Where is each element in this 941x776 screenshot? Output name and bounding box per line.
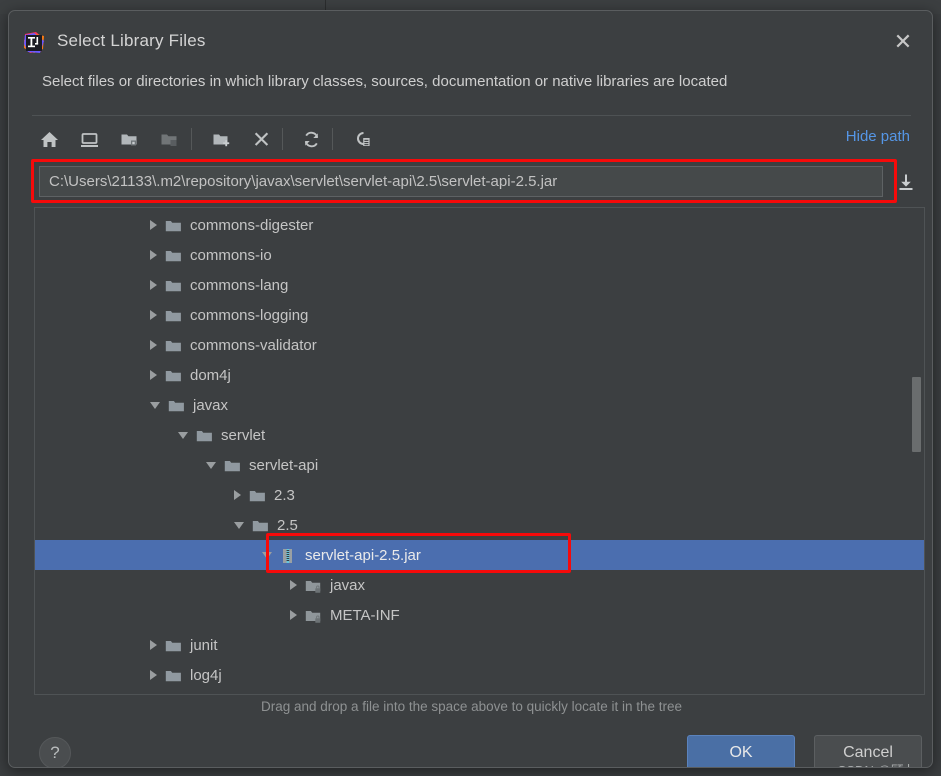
jar-folder-icon xyxy=(305,578,322,593)
tree-row-label: 2.3 xyxy=(274,486,295,504)
file-tree-panel[interactable]: commons-digester commons-io commons-lang co… xyxy=(34,207,925,695)
help-button[interactable]: ? xyxy=(39,737,71,767)
tree-row-label: javax xyxy=(193,396,229,414)
tree-row-label: commons-digester xyxy=(190,216,314,234)
drag-drop-hint: Drag and drop a file into the space abov… xyxy=(260,699,682,714)
dialog-titlebar: Select Library Files ✕ xyxy=(9,11,932,59)
ok-button[interactable]: OK xyxy=(687,735,795,767)
chevron-right-icon[interactable] xyxy=(150,640,157,650)
folder-icon xyxy=(165,278,182,293)
path-input[interactable]: C:\Users\21133\.m2\repository\javax\serv… xyxy=(39,166,883,197)
folder-icon xyxy=(165,248,182,263)
refresh-icon[interactable] xyxy=(295,123,327,155)
jar-icon xyxy=(280,548,297,563)
intellij-idea-logo-icon xyxy=(22,31,46,55)
tree-row-label: servlet-api xyxy=(249,456,319,474)
tree-row[interactable]: commons-lang xyxy=(35,270,924,300)
folder-icon xyxy=(196,428,213,443)
tree-row[interactable]: servlet-api xyxy=(35,450,924,480)
dialog-subtitle: Select files or directories in which lib… xyxy=(42,73,728,90)
toolbar-divider-3 xyxy=(332,128,333,150)
folder-icon xyxy=(165,218,182,233)
tree-row[interactable]: junit xyxy=(35,630,924,660)
tree-row[interactable]: commons-io xyxy=(35,240,924,270)
tree-row-label: commons-logging xyxy=(190,306,309,324)
chevron-down-icon[interactable] xyxy=(234,521,244,529)
select-library-files-dialog: Select Library Files ✕ Select files or d… xyxy=(8,10,933,768)
chevron-down-icon[interactable] xyxy=(206,461,216,469)
folder-icon xyxy=(249,488,266,503)
tree-row[interactable]: commons-logging xyxy=(35,300,924,330)
tree-row-label: dom4j xyxy=(190,366,231,384)
download-arrow-icon[interactable] xyxy=(893,169,919,195)
tree-scrollbar-thumb[interactable] xyxy=(912,377,921,452)
new-folder-icon[interactable] xyxy=(205,123,237,155)
folder-icon xyxy=(165,308,182,323)
tree-row[interactable]: META-INF xyxy=(35,600,924,630)
tree-row-label: log4j xyxy=(190,666,222,684)
tree-row-label: commons-io xyxy=(190,246,272,264)
path-row: C:\Users\21133\.m2\repository\javax\serv… xyxy=(31,159,926,203)
tree-row-label: META-INF xyxy=(330,606,400,624)
tree-row-label: javax xyxy=(330,576,366,594)
toolbar-divider-2 xyxy=(282,128,283,150)
folder-icon xyxy=(165,638,182,653)
tree-row[interactable]: javax xyxy=(35,570,924,600)
chevron-down-icon[interactable] xyxy=(262,551,272,559)
folder-icon xyxy=(252,518,269,533)
tree-row-label: commons-validator xyxy=(190,336,317,354)
chevron-right-icon[interactable] xyxy=(150,280,157,290)
tree-row[interactable]: commons-digester xyxy=(35,210,924,240)
chevron-down-icon[interactable] xyxy=(178,431,188,439)
tree-row[interactable]: log4j xyxy=(35,660,924,690)
chevron-right-icon[interactable] xyxy=(150,310,157,320)
tree-row-label: servlet-api-2.5.jar xyxy=(305,546,421,564)
desktop-icon[interactable] xyxy=(73,123,105,155)
tree-row-label: servlet xyxy=(221,426,266,444)
chevron-right-icon[interactable] xyxy=(150,340,157,350)
tree-row[interactable]: commons-validator xyxy=(35,330,924,360)
delete-icon[interactable] xyxy=(245,123,277,155)
chevron-down-icon[interactable] xyxy=(150,401,160,409)
home-icon[interactable] xyxy=(33,123,65,155)
chevron-right-icon[interactable] xyxy=(234,490,241,500)
file-chooser-toolbar: Hide path xyxy=(33,123,910,157)
show-hidden-icon[interactable] xyxy=(345,123,377,155)
chevron-right-icon[interactable] xyxy=(150,370,157,380)
tree-row-label: junit xyxy=(190,636,218,654)
chevron-right-icon[interactable] xyxy=(150,220,157,230)
chevron-right-icon[interactable] xyxy=(150,250,157,260)
folder-icon xyxy=(165,668,182,683)
chevron-right-icon[interactable] xyxy=(290,610,297,620)
folder-icon xyxy=(165,338,182,353)
toolbar-divider-1 xyxy=(191,128,192,150)
watermark: CSDN @顾七a xyxy=(837,760,924,767)
jar-folder-icon xyxy=(305,608,322,623)
chevron-right-icon[interactable] xyxy=(290,580,297,590)
title-separator xyxy=(32,115,911,116)
folder-icon xyxy=(165,368,182,383)
tree-row[interactable]: dom4j xyxy=(35,360,924,390)
tree-row-label: 2.5 xyxy=(277,516,298,534)
close-icon[interactable]: ✕ xyxy=(884,25,922,59)
tree-row-selected[interactable]: servlet-api-2.5.jar xyxy=(35,540,924,570)
dialog-title: Select Library Files xyxy=(57,31,206,50)
chevron-right-icon[interactable] xyxy=(150,670,157,680)
module-folder-icon xyxy=(153,123,185,155)
tree-scrollbar-track[interactable] xyxy=(911,209,923,694)
tree-row[interactable]: 2.3 xyxy=(35,480,924,510)
tree-row-label: commons-lang xyxy=(190,276,289,294)
tree-row[interactable]: 2.5 xyxy=(35,510,924,540)
screen: Select Library Files ✕ Select files or d… xyxy=(0,0,941,776)
project-folder-icon[interactable] xyxy=(113,123,145,155)
hide-path-link[interactable]: Hide path xyxy=(846,128,910,145)
tree-row[interactable]: javax xyxy=(35,390,924,420)
folder-icon xyxy=(224,458,241,473)
folder-icon xyxy=(168,398,185,413)
tree-row[interactable]: servlet xyxy=(35,420,924,450)
